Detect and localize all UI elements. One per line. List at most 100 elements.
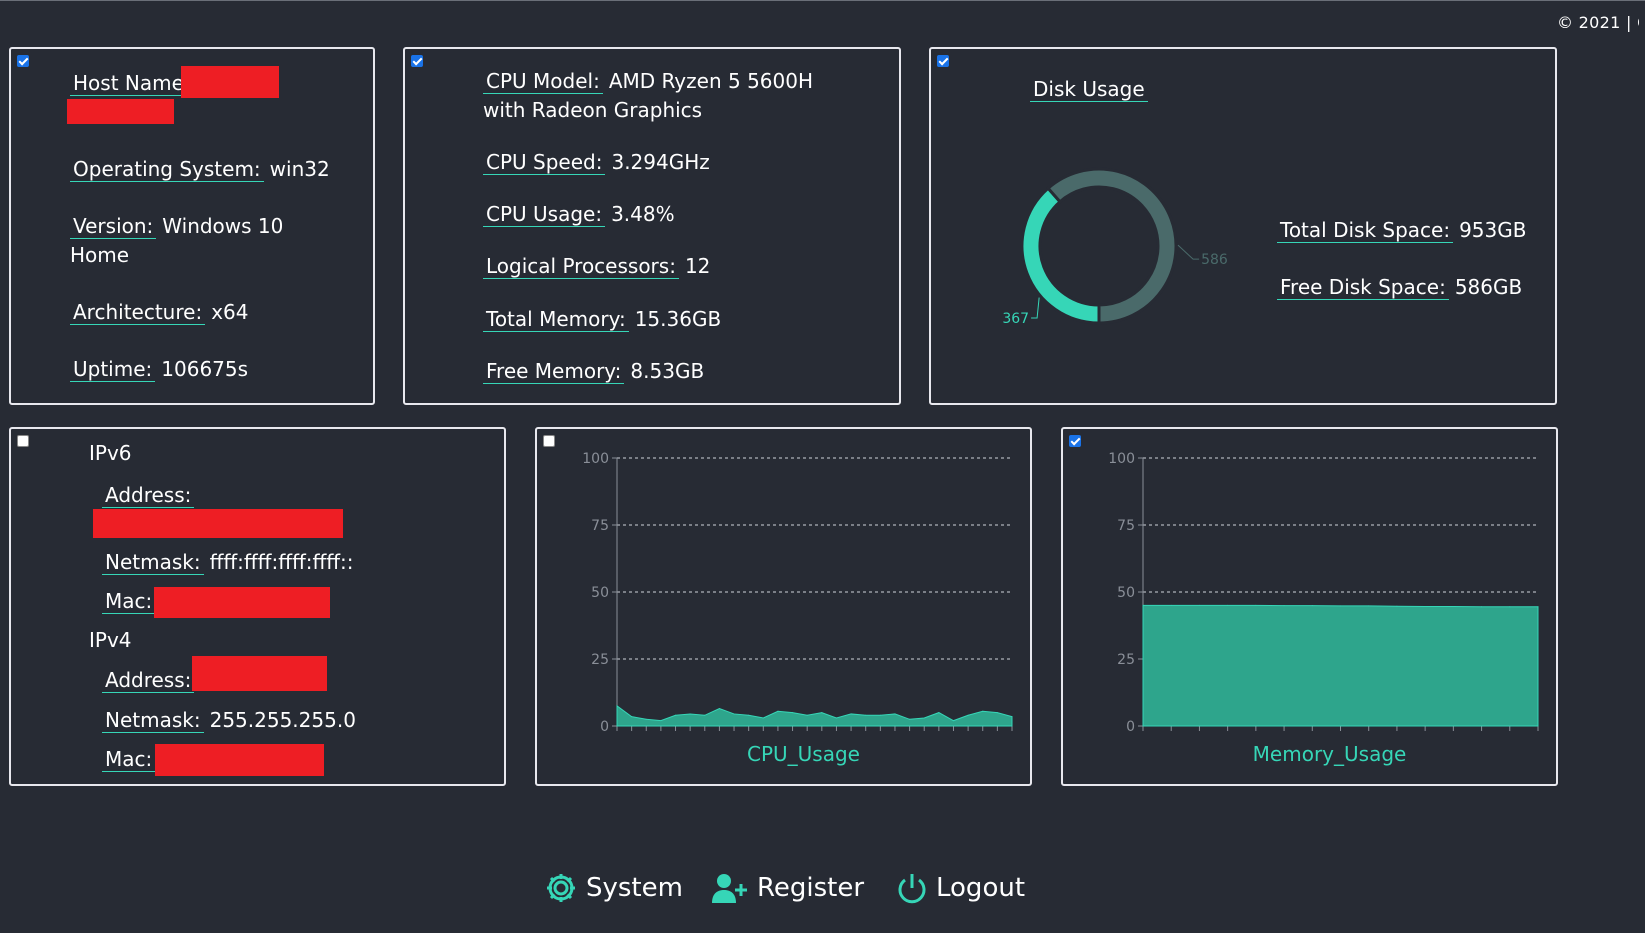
ipv4-title: IPv4 [89,628,132,652]
redacted-ipv4-address [192,656,327,691]
gear-icon [547,874,575,902]
nav-system[interactable]: System [544,868,683,908]
architecture-row: Architecture: x64 [70,298,248,326]
cpu-panel-checkbox[interactable] [411,55,423,67]
data-point [1198,604,1200,606]
architecture-value: x64 [211,300,249,324]
data-point [748,714,750,716]
system-info-panel: Host Name: Operating System: win32 Versio… [9,47,375,405]
data-point [1452,605,1454,607]
data-point [777,710,779,712]
ipv6-netmask-value: ffff:ffff:ffff:ffff:: [209,550,354,574]
network-panel-checkbox[interactable] [17,435,29,447]
data-point [938,712,940,714]
memory-usage-chart-panel: 0 25 50 75 100 Memory_Usage [1061,427,1558,786]
cpu-model-label: CPU Model: [483,69,603,94]
cpu-usage-label: CPU Usage: [483,202,606,227]
host-name-row: Host Name: [70,69,194,97]
total-disk-value: 953GB [1459,218,1527,242]
data-point [675,714,677,716]
cpu-speed-row: CPU Speed: 3.294GHz [483,148,710,176]
redacted-ipv6-address [93,509,343,538]
data-point [835,717,837,719]
disk-usage-donut-chart: 367 586 [1002,167,1228,327]
data-point [865,714,867,716]
system-panel-checkbox[interactable] [17,55,29,67]
ipv4-address-row: Address: [102,666,195,694]
data-point [1340,605,1341,607]
cpu-model-value: AMD Ryzen 5 5600H [608,69,814,93]
ipv6-netmask-row: Netmask: ffff:ffff:ffff:ffff:: [102,548,354,576]
ipv6-mac-row: Mac: [102,587,156,615]
cpu-info-panel: CPU Model: AMD Ryzen 5 5600H with Radeon … [403,47,901,405]
version-label: Version: [70,214,157,239]
data-point [1255,604,1257,606]
total-disk-row: Total Disk Space: 953GB [1277,216,1526,244]
y-tick-label: 100 [582,451,609,467]
y-tick-label: 0 [600,719,609,735]
data-point [1396,605,1398,607]
nav-register-label: Register [757,873,865,903]
data-point [1481,606,1483,608]
cpu-usage-chart-panel: 0 25 50 75 100 CPU_Usage [535,427,1032,786]
y-tick-label: 25 [1117,652,1135,668]
nav-logout-label: Logout [936,873,1026,903]
free-memory-row: Free Memory: 8.53GB [483,357,704,385]
nav-system-label: System [586,873,683,903]
data-point [1142,604,1144,606]
data-point [704,714,706,716]
data-point [718,708,720,710]
free-memory-label: Free Memory: [483,359,625,384]
y-tick-label: 0 [1126,719,1135,735]
data-point [1227,604,1229,606]
y-tick-label: 75 [591,518,609,534]
data-point [894,713,896,715]
ipv4-mac-label: Mac: [102,747,156,772]
data-point [1011,716,1013,718]
data-point [996,712,998,714]
cpu-usage-chart-label: CPU_Usage [747,742,860,766]
data-point [879,714,881,716]
data-point [982,710,984,712]
data-point [1311,605,1313,607]
ipv4-netmask-value: 255.255.255.0 [209,708,356,732]
ipv6-title: IPv6 [89,441,132,465]
top-border [0,0,1645,1]
uptime-label: Uptime: [70,357,156,382]
total-memory-row: Total Memory: 15.36GB [483,305,721,333]
free-memory-value: 8.53GB [630,359,705,383]
os-value: win32 [269,157,330,181]
version-value-line2: Home [70,243,130,267]
data-point [1537,606,1539,608]
donut-slice-used [1020,186,1101,325]
free-disk-row: Free Disk Space: 586GB [1277,273,1522,301]
nav-register[interactable]: Register [711,868,864,908]
data-point [1283,605,1285,607]
cpu-model-value-line2: with Radeon Graphics [483,98,703,122]
host-name-label: Host Name: [70,71,194,96]
cpu-model-row: CPU Model: AMD Ryzen 5 5600H [483,67,813,95]
free-disk-value: 586GB [1454,275,1523,299]
ipv4-mac-row: Mac: [102,745,156,773]
redacted-host-name [181,66,279,98]
cpu-speed-label: CPU Speed: [483,150,606,175]
donut-label-line [1031,297,1040,319]
data-point [1170,604,1172,606]
redacted-ipv6-mac [154,587,330,618]
data-point [923,717,925,719]
y-tick-label: 25 [591,652,609,668]
cpu-usage-area-chart: 0 25 50 75 100 [582,451,1013,735]
nav-logout[interactable]: Logout [896,868,1025,908]
logical-processors-value: 12 [684,254,711,278]
data-point [850,713,852,715]
data-point [967,714,969,716]
add-user-icon [712,874,747,903]
copyright-text: © 2021 | G [1557,13,1639,32]
data-point [806,714,808,716]
data-point [631,716,633,718]
data-point [762,717,764,719]
power-icon [898,874,926,904]
donut-value-label: 367 [1002,311,1029,327]
donut-label-line [1177,244,1200,260]
disk-panel-checkbox[interactable] [937,55,949,67]
